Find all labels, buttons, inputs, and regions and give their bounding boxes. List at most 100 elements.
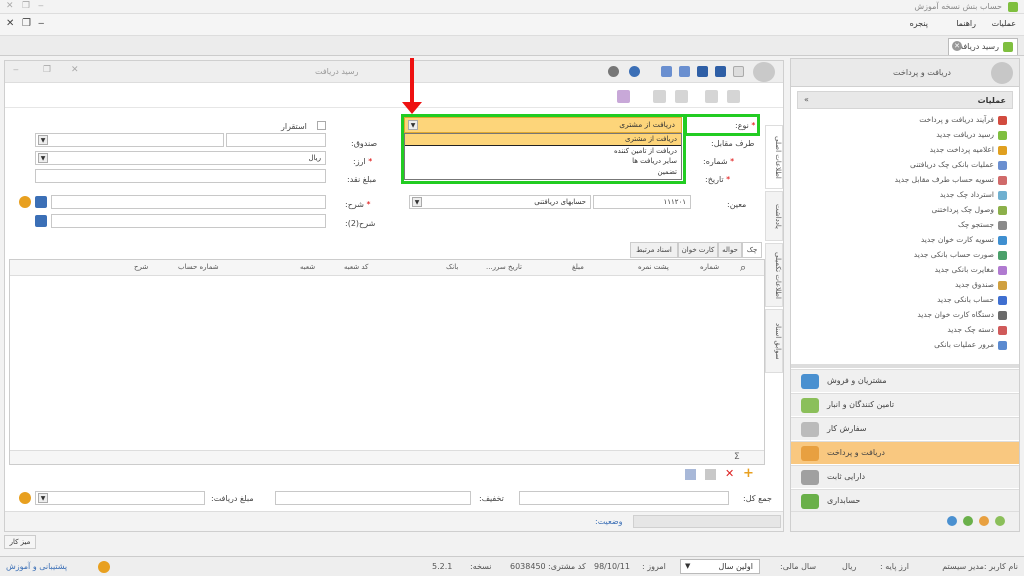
grid-tab-transfer[interactable]: حواله <box>718 242 742 258</box>
cheque-grid[interactable]: ⌕ شماره پشت نمره مبلغ تاریخ سرر... بانک … <box>9 259 765 465</box>
column-due-date[interactable]: تاریخ سرر... <box>486 263 522 271</box>
column-account-number[interactable]: شماره حساب <box>178 263 219 271</box>
currency-label: * ارز: <box>353 157 373 166</box>
stability-checkbox[interactable] <box>317 121 326 130</box>
description2-field[interactable] <box>51 214 326 228</box>
currency-dropdown-icon[interactable]: ▼ <box>38 153 48 163</box>
total-field <box>519 491 729 505</box>
fiscal-year-dropdown-icon: ▼ <box>685 562 691 570</box>
first-record-icon[interactable] <box>653 90 666 103</box>
panel-restore-icon[interactable]: ❐ <box>43 65 51 75</box>
last-record-icon[interactable] <box>727 90 740 103</box>
side-tab-history[interactable]: سوابق اسناد <box>765 309 783 373</box>
status-base-currency: ریال <box>842 562 857 571</box>
shortcut-customers-icon[interactable] <box>947 516 957 526</box>
column-description[interactable]: شرح <box>134 263 148 271</box>
description-save-icon[interactable] <box>35 196 47 208</box>
workdesk-tab[interactable]: میز کار <box>4 535 36 549</box>
fund-dropdown-icon[interactable]: ▼ <box>38 135 48 145</box>
description-field[interactable] <box>51 195 326 209</box>
operation-label: فرآیند دریافت و پرداخت <box>919 115 994 124</box>
operations-section-header[interactable]: « عملیات <box>797 91 1013 109</box>
menu-help[interactable]: راهنما <box>956 19 976 28</box>
help-icon[interactable] <box>608 66 619 77</box>
side-tab-notes[interactable]: یادداشت <box>765 191 783 241</box>
save-icon[interactable] <box>697 66 708 77</box>
menu-operations[interactable]: عملیات <box>992 19 1016 28</box>
minimize-window-icon[interactable]: ‒ <box>38 1 44 11</box>
account-code-field[interactable]: ۱۱۱۲۰۱ <box>593 195 691 209</box>
grid-delete-icon[interactable]: ✕ <box>725 468 736 480</box>
close-tab-icon[interactable]: ✕ <box>952 41 962 51</box>
discount-field[interactable] <box>275 491 471 505</box>
module-item[interactable]: مشتریان و فروش <box>791 369 1019 392</box>
grid-search-icon[interactable]: ⌕ <box>740 261 746 275</box>
operation-label: مغایرت بانکی جدید <box>934 265 994 274</box>
module-item[interactable]: حسابداری <box>791 489 1019 512</box>
side-tab-main-info[interactable]: اطلاعات اصلی <box>765 125 783 189</box>
module-avatar-icon <box>991 62 1013 84</box>
column-amount[interactable]: مبلغ <box>572 263 584 271</box>
column-number[interactable]: شماره <box>700 263 719 271</box>
received-dropdown-icon[interactable]: ▼ <box>38 493 48 503</box>
restore-window-icon[interactable]: ❐ <box>22 1 30 11</box>
column-branch-code[interactable]: کد شعبه <box>344 263 368 271</box>
column-back-number[interactable]: پشت نمره <box>638 263 669 271</box>
description-coin-icon[interactable] <box>19 196 31 208</box>
fund-label: صندوق: <box>351 139 378 148</box>
collapse-chevron-icon[interactable]: « <box>804 95 809 104</box>
tab-receipt[interactable]: رسید دریافت ✕ <box>948 38 1018 55</box>
export-icon[interactable] <box>679 66 690 77</box>
module-label: سفارش کار <box>827 424 867 433</box>
fiscal-year-select[interactable]: ▼ اولین سال <box>680 559 760 574</box>
grid-search-row-icon[interactable] <box>705 469 716 480</box>
module-icon <box>801 422 819 437</box>
account-dropdown-icon[interactable]: ▼ <box>412 197 422 207</box>
account-name-field[interactable]: حسابهای دریافتنی ▼ <box>409 195 591 209</box>
save-new-icon[interactable] <box>715 66 726 77</box>
operation-label: جستجو چک <box>957 220 994 229</box>
module-item[interactable]: سفارش کار <box>791 417 1019 440</box>
panel-minimize-icon[interactable]: ‒ <box>13 65 19 75</box>
cash-amount-field[interactable] <box>35 169 326 183</box>
grid-tab-cheque[interactable]: چک <box>742 242 762 258</box>
menu-window[interactable]: پنجره <box>910 19 928 28</box>
shortcut-supplier-icon[interactable] <box>995 516 1005 526</box>
grid-footer: Σ <box>10 450 764 464</box>
shortcut-payment-icon[interactable] <box>979 516 989 526</box>
operation-label: استرداد چک جدید <box>939 190 994 199</box>
module-item[interactable]: تامین کنندگان و انبار <box>791 393 1019 416</box>
received-amount-field[interactable]: ▼ <box>35 491 205 505</box>
description2-save-icon[interactable] <box>35 215 47 227</box>
module-item[interactable]: دریافت و پرداخت <box>791 441 1019 464</box>
restore-child-icon[interactable]: ❐ <box>22 18 31 29</box>
attachment-icon[interactable] <box>617 90 630 103</box>
close-child-icon[interactable]: ✕ <box>6 18 14 29</box>
column-branch[interactable]: شعبه <box>300 263 315 271</box>
module-label: دریافت و پرداخت <box>827 448 885 457</box>
module-label: مشتریان و فروش <box>827 376 887 385</box>
grid-add-icon[interactable]: + <box>743 467 754 480</box>
panel-close-icon[interactable]: ✕ <box>71 65 79 75</box>
module-item[interactable]: دارایی ثابت <box>791 465 1019 488</box>
print-icon[interactable] <box>661 66 672 77</box>
support-icon[interactable] <box>98 561 110 573</box>
fund-field-left[interactable]: ▼ <box>35 133 224 147</box>
support-link[interactable]: پشتیبانی و آموزش <box>6 562 67 571</box>
grid-tab-related-docs[interactable]: اسناد مرتبط <box>630 242 678 258</box>
new-document-icon[interactable] <box>733 66 744 77</box>
close-window-icon[interactable]: ✕ <box>6 1 14 11</box>
currency-field[interactable]: ریال ▼ <box>35 151 326 165</box>
side-tab-extra-info[interactable]: اطلاعات تکمیلی <box>765 243 783 307</box>
fund-field-right[interactable] <box>226 133 326 147</box>
column-bank[interactable]: بانک <box>446 263 458 271</box>
next-record-icon[interactable] <box>705 90 718 103</box>
received-coin-icon[interactable] <box>19 492 31 504</box>
prev-record-icon[interactable] <box>675 90 688 103</box>
minimize-child-icon[interactable]: ‒ <box>38 18 44 29</box>
grid-edit-icon[interactable] <box>685 469 696 480</box>
shortcut-accounting-icon[interactable] <box>963 516 973 526</box>
info-icon[interactable] <box>629 66 640 77</box>
panel-splitter[interactable] <box>791 364 1019 368</box>
grid-tab-card-reader[interactable]: کارت خوان <box>678 242 718 258</box>
